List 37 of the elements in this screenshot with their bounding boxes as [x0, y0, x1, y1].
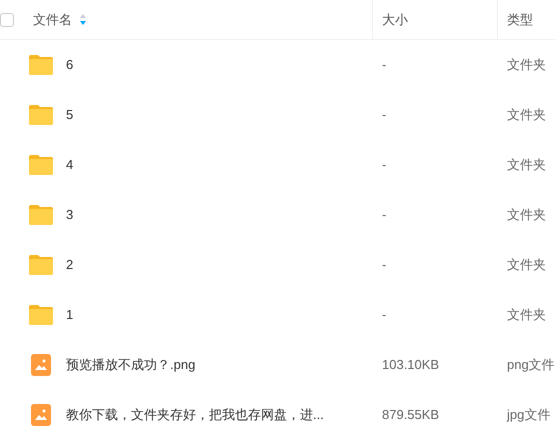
folder-icon [28, 204, 54, 226]
file-type: 文件夹 [506, 206, 546, 224]
folder-icon [28, 304, 54, 326]
file-size: - [381, 106, 388, 124]
file-size: 103.10KB [381, 356, 440, 374]
file-type: 文件夹 [506, 306, 546, 324]
file-name[interactable]: 6 [66, 55, 74, 75]
file-type: 文件夹 [506, 56, 546, 74]
file-type: 文件夹 [506, 156, 546, 174]
file-name[interactable]: 1 [66, 305, 74, 325]
sort-icon[interactable] [80, 14, 86, 25]
file-type: jpg文件 [506, 406, 550, 424]
select-all-checkbox[interactable] [0, 12, 14, 26]
column-header[interactable]: 类型 [507, 10, 533, 30]
file-size: 879.55KB [381, 406, 440, 424]
file-size: - [381, 56, 388, 74]
file-type: png文件 [506, 356, 555, 374]
file-type: 文件夹 [506, 256, 546, 274]
file-name[interactable]: 2 [66, 255, 74, 275]
file-size: - [381, 306, 388, 324]
file-name[interactable]: 5 [66, 105, 74, 125]
folder-icon [28, 254, 54, 276]
file-size: - [381, 256, 388, 274]
file-type: 文件夹 [506, 106, 546, 124]
file-name[interactable]: 预览播放不成功？.png [66, 355, 196, 375]
column-header[interactable]: 大小 [382, 10, 408, 30]
column-header[interactable]: 文件名 [33, 10, 72, 30]
file-name[interactable]: 4 [66, 155, 74, 175]
file-size: - [381, 156, 388, 174]
file-name[interactable]: 教你下载，文件夹存好，把我也存网盘，进... [66, 405, 324, 425]
folder-icon [28, 54, 54, 76]
folder-icon [28, 154, 54, 176]
image-file-icon [31, 404, 51, 426]
file-size: - [381, 206, 388, 224]
file-name[interactable]: 3 [66, 205, 74, 225]
folder-icon [28, 104, 54, 126]
image-file-icon [31, 354, 51, 376]
